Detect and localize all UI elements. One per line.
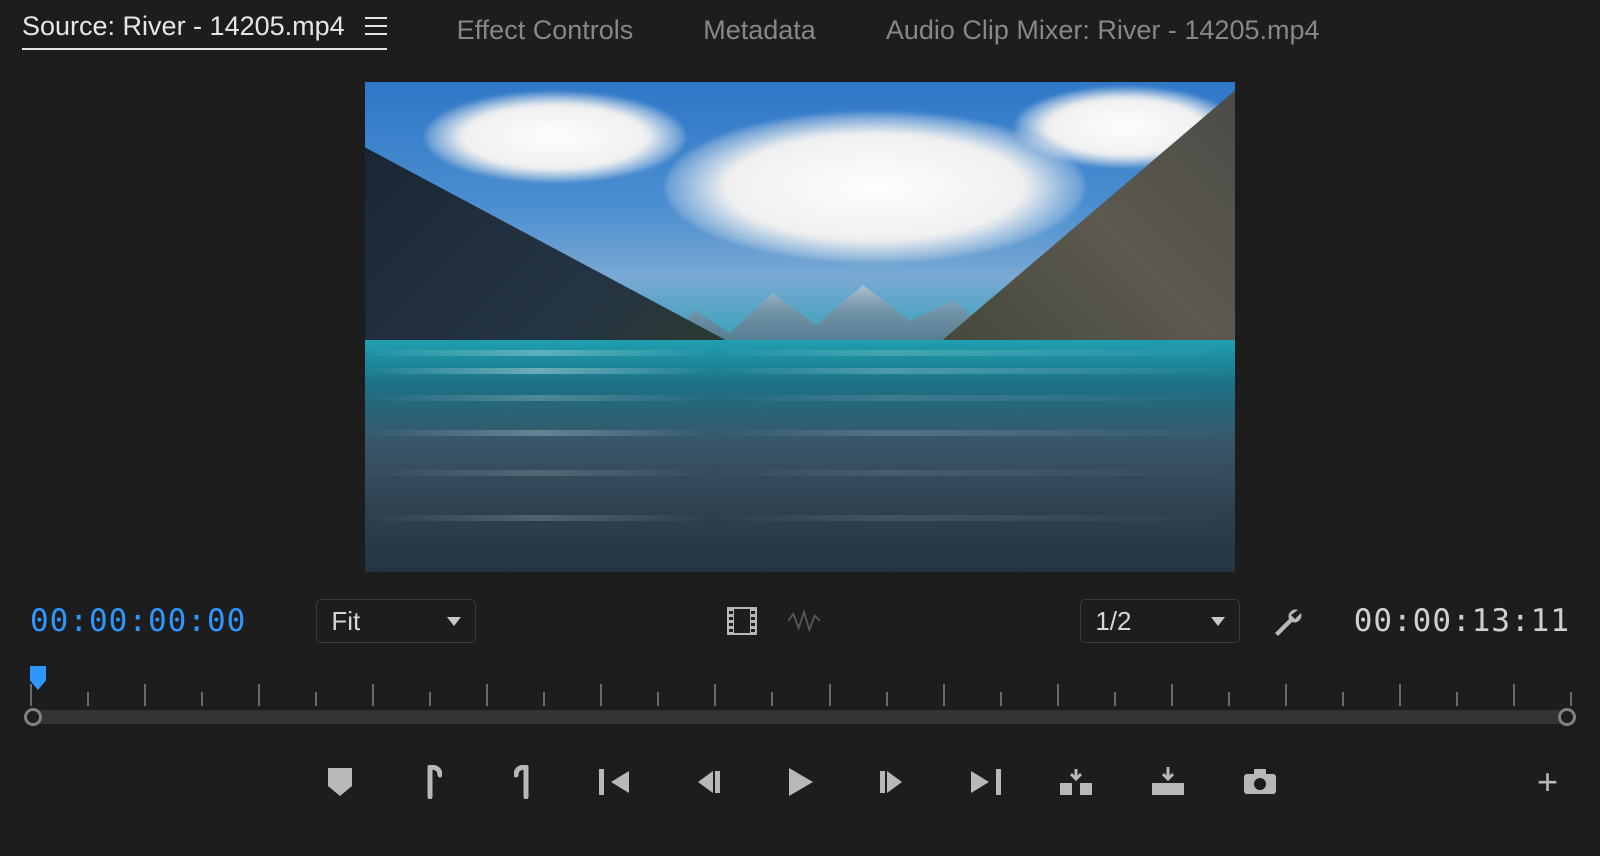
panel-tab-bar: Source: River - 14205.mp4 Effect Control… — [12, 0, 1588, 60]
ruler-tick — [1285, 684, 1287, 706]
settings-icon[interactable] — [1270, 604, 1304, 638]
ruler-tick — [657, 692, 659, 706]
step-forward-button[interactable] — [872, 762, 912, 802]
resolution-value: 1/2 — [1095, 606, 1131, 637]
ruler-tick — [1000, 692, 1002, 706]
drag-mode-icons — [726, 605, 820, 637]
timecode-current[interactable]: 00:00:00:00 — [30, 603, 246, 639]
zoom-scrollbar[interactable] — [30, 710, 1570, 724]
play-button[interactable] — [780, 762, 820, 802]
export-frame-button[interactable] — [1240, 762, 1280, 802]
panel-menu-icon[interactable] — [365, 17, 387, 35]
timecode-duration[interactable]: 00:00:13:11 — [1354, 603, 1570, 639]
ruler-tick — [1342, 692, 1344, 706]
ruler-tick — [429, 692, 431, 706]
chevron-down-icon — [1211, 617, 1225, 626]
drag-audio-icon[interactable] — [788, 605, 820, 637]
ruler-tick — [87, 692, 89, 706]
ruler-tick — [886, 692, 888, 706]
playhead[interactable] — [30, 666, 46, 690]
ruler-tick — [372, 684, 374, 706]
tab-metadata[interactable]: Metadata — [703, 15, 816, 46]
ruler-tick — [714, 684, 716, 706]
resolution-dropdown[interactable]: 1/2 — [1080, 599, 1240, 643]
ruler-tick — [1399, 684, 1401, 706]
overwrite-button[interactable] — [1148, 762, 1188, 802]
tab-source[interactable]: Source: River - 14205.mp4 — [22, 11, 387, 50]
monitor-control-row: 00:00:00:00 Fit 1/2 00:00:13:11 — [12, 586, 1588, 656]
ruler-tick — [1171, 684, 1173, 706]
ruler-tick — [30, 684, 32, 706]
ruler-tick — [201, 692, 203, 706]
zoom-level-dropdown[interactable]: Fit — [316, 599, 476, 643]
go-to-in-button[interactable] — [596, 762, 636, 802]
transport-controls: + — [12, 742, 1588, 822]
source-monitor-panel: Source: River - 14205.mp4 Effect Control… — [0, 0, 1600, 856]
drag-video-icon[interactable] — [726, 605, 758, 637]
video-frame[interactable] — [365, 82, 1235, 572]
mark-out-button[interactable] — [504, 762, 544, 802]
zoom-handle-right[interactable] — [1558, 708, 1576, 726]
ruler-tick — [1456, 692, 1458, 706]
go-to-out-button[interactable] — [964, 762, 1004, 802]
ruler-tick — [1057, 684, 1059, 706]
mark-in-button[interactable] — [412, 762, 452, 802]
tab-audio-clip-mixer[interactable]: Audio Clip Mixer: River - 14205.mp4 — [886, 15, 1320, 46]
ruler-tick — [1228, 692, 1230, 706]
ruler-tick — [144, 684, 146, 706]
ruler-tick — [1513, 684, 1515, 706]
chevron-down-icon — [447, 617, 461, 626]
step-back-button[interactable] — [688, 762, 728, 802]
button-editor-icon[interactable]: + — [1537, 761, 1558, 803]
ruler-tick — [543, 692, 545, 706]
tab-source-label: Source: River - 14205.mp4 — [22, 11, 345, 42]
ruler-tick — [258, 684, 260, 706]
add-marker-button[interactable] — [320, 762, 360, 802]
zoom-handle-left[interactable] — [24, 708, 42, 726]
ruler-tick — [1114, 692, 1116, 706]
ruler-tick — [1570, 692, 1572, 706]
tab-effect-controls[interactable]: Effect Controls — [457, 15, 634, 46]
ruler-tick — [486, 684, 488, 706]
insert-button[interactable] — [1056, 762, 1096, 802]
video-viewer — [12, 82, 1588, 572]
ruler-tick — [315, 692, 317, 706]
zoom-level-value: Fit — [331, 606, 360, 637]
ruler-tick — [829, 684, 831, 706]
ruler-tick — [600, 684, 602, 706]
ruler-tick — [771, 692, 773, 706]
time-ruler[interactable] — [30, 666, 1570, 706]
ruler-tick — [943, 684, 945, 706]
